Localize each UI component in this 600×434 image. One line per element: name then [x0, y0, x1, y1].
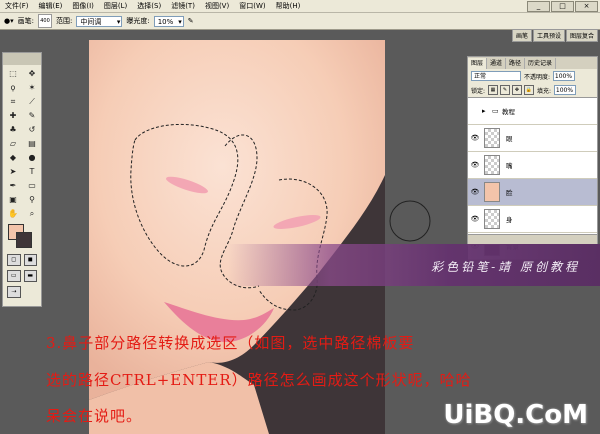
- menu-image[interactable]: 图像(I): [67, 0, 99, 12]
- window-controls: _ □ ×: [527, 1, 598, 12]
- layer-name: 嘴: [506, 162, 513, 170]
- options-bar: ●▾ 画笔: 400 范围: 中间调 曝光度: 10% ✎ 画笔 工具预设 图层…: [0, 13, 600, 42]
- opacity-input[interactable]: 100%: [553, 71, 576, 81]
- lock-transparency-icon[interactable]: ▦: [488, 85, 499, 95]
- blend-mode-select[interactable]: 正常: [471, 71, 521, 81]
- dodge-tool-icon[interactable]: ●▾: [4, 17, 14, 25]
- menu-select[interactable]: 选择(S): [132, 0, 166, 12]
- layer-name: 教程: [502, 108, 515, 116]
- layer-row-mouth[interactable]: 👁 嘴: [468, 152, 597, 179]
- lasso-tool-icon[interactable]: ϙ: [5, 81, 21, 94]
- clone-stamp-icon[interactable]: ♣: [5, 123, 21, 136]
- slice-tool-icon[interactable]: ⟋: [24, 95, 40, 108]
- magic-wand-icon[interactable]: ✶: [24, 81, 40, 94]
- lock-position-icon[interactable]: ✥: [512, 85, 523, 95]
- layer-thumbnail: [484, 182, 500, 202]
- airbrush-icon[interactable]: ✎: [188, 17, 194, 25]
- toolbox-header[interactable]: [3, 53, 41, 65]
- layers-panel: 图层 通道 路径 历史记录 正常 不透明度: 100% 锁定: ▦ ✎ ✥ 🔒 …: [467, 56, 598, 260]
- layer-row-eye[interactable]: 👁 眼: [468, 125, 597, 152]
- lock-all-icon[interactable]: 🔒: [524, 85, 535, 95]
- opacity-label: 不透明度:: [524, 73, 551, 81]
- eraser-tool-icon[interactable]: ▱: [5, 137, 21, 150]
- pen-tool-icon[interactable]: ✒: [5, 179, 21, 192]
- jump-to-imageready-icon[interactable]: ⇢: [7, 286, 21, 298]
- lock-label: 锁定:: [471, 87, 486, 95]
- eye-icon[interactable]: 👁: [468, 134, 482, 142]
- range-label: 范围:: [55, 17, 73, 25]
- crop-tool-icon[interactable]: ⌗: [5, 95, 21, 108]
- caption-line-3: 呆会在说吧。: [46, 407, 143, 425]
- brush-label: 画笔:: [17, 17, 34, 25]
- eye-icon[interactable]: 👁: [468, 161, 482, 169]
- menu-filter[interactable]: 滤镜(T): [166, 0, 200, 12]
- shape-tool-icon[interactable]: ▭: [24, 179, 40, 192]
- healing-brush-icon[interactable]: ✚: [5, 109, 21, 122]
- layer-name: 眼: [506, 135, 513, 143]
- eye-icon[interactable]: 👁: [468, 215, 482, 223]
- menu-view[interactable]: 视图(V): [200, 0, 234, 12]
- palette-dock: 画笔 工具预设 图层复合: [511, 29, 598, 42]
- layer-row-body[interactable]: 👁 身: [468, 206, 597, 233]
- dock-tab-tool-presets[interactable]: 工具预设: [532, 29, 565, 42]
- brush-preset-picker[interactable]: 400: [37, 14, 52, 28]
- layer-thumbnail: [484, 128, 500, 148]
- layer-name: 身: [506, 216, 513, 224]
- type-tool-icon[interactable]: T: [24, 165, 40, 178]
- notes-tool-icon[interactable]: ▣: [5, 193, 21, 206]
- fill-input[interactable]: 100%: [554, 85, 577, 95]
- layer-row-face[interactable]: 👁 脸: [468, 179, 597, 206]
- menu-edit[interactable]: 编辑(E): [34, 0, 68, 12]
- dock-tab-brushes[interactable]: 画笔: [511, 29, 532, 42]
- close-icon[interactable]: ×: [575, 1, 598, 12]
- layer-name: 脸: [506, 189, 513, 197]
- dodge-tool-icon[interactable]: ●: [24, 151, 40, 164]
- caption-line-2: 选的路径CTRL+ENTER）路径怎么画成这个形状呢，哈哈: [46, 371, 472, 389]
- caption-line-1: 3.鼻子部分路径转换成选区（如图，选中路径棉板要: [46, 334, 415, 352]
- maximize-icon[interactable]: □: [551, 1, 574, 12]
- marquee-tool-icon[interactable]: ⬚: [5, 67, 21, 80]
- eye-icon[interactable]: 👁: [468, 188, 482, 196]
- range-select[interactable]: 中间调: [76, 15, 123, 28]
- folder-icon: ▸: [482, 107, 486, 115]
- eyedropper-icon[interactable]: ⚲: [24, 193, 40, 206]
- brush-tool-icon[interactable]: ✎: [24, 109, 40, 122]
- menu-help[interactable]: 帮助(H): [271, 0, 306, 12]
- tab-paths[interactable]: 路径: [506, 58, 526, 69]
- lock-pixels-icon[interactable]: ✎: [500, 85, 511, 95]
- dock-tab-layer-comps[interactable]: 图层复合: [565, 29, 598, 42]
- brush-cursor-circle: [389, 200, 431, 242]
- banner-title: 彩色铅笔-靖 原创教程: [431, 260, 580, 274]
- brush-size: 400: [40, 18, 50, 24]
- site-watermark: UiBQ.CoM: [443, 400, 588, 430]
- menu-window[interactable]: 窗口(W): [234, 0, 270, 12]
- menu-bar: 文件(F) 编辑(E) 图像(I) 图层(L) 选择(S) 滤镜(T) 视图(V…: [0, 0, 600, 13]
- blur-tool-icon[interactable]: ◆: [5, 151, 21, 164]
- layer-thumbnail: [484, 209, 500, 229]
- move-tool-icon[interactable]: ✥: [24, 67, 40, 80]
- hand-tool-icon[interactable]: ✋: [5, 207, 21, 220]
- gradient-tool-icon[interactable]: ▤: [24, 137, 40, 150]
- tab-history[interactable]: 历史记录: [525, 58, 557, 69]
- layer-thumbnail: [484, 155, 500, 175]
- path-selection-icon[interactable]: ➤: [5, 165, 21, 178]
- tab-layers[interactable]: 图层: [468, 58, 488, 69]
- zoom-tool-icon[interactable]: ⌕: [24, 207, 40, 220]
- menu-file[interactable]: 文件(F): [0, 0, 34, 12]
- menu-layer[interactable]: 图层(L): [99, 0, 132, 12]
- exposure-input[interactable]: 10%: [153, 15, 184, 28]
- tab-channels[interactable]: 通道: [487, 58, 507, 69]
- fill-label: 填充:: [537, 87, 552, 95]
- folder-icon: ▭: [492, 107, 499, 115]
- layer-row-tutorial[interactable]: ▸ ▭ 教程: [468, 98, 597, 125]
- minimize-icon[interactable]: _: [527, 1, 550, 12]
- exposure-label: 曝光度:: [126, 17, 150, 25]
- history-brush-icon[interactable]: ↺: [24, 123, 40, 136]
